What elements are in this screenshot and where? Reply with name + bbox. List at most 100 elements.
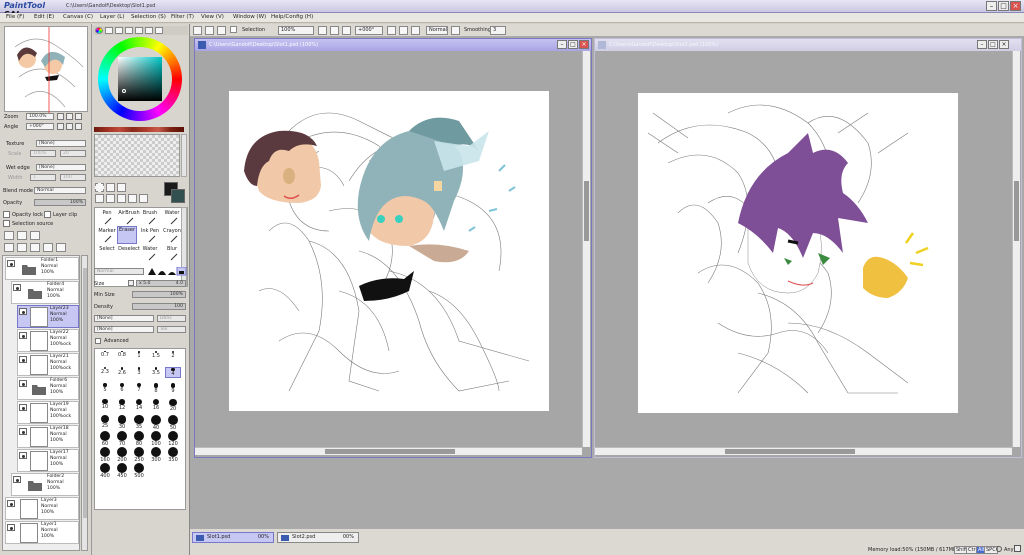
copy-layer-icon[interactable] [4, 243, 14, 252]
scroll-thumb[interactable] [584, 181, 589, 241]
brush-size-preset[interactable]: 400 [97, 463, 113, 479]
invert-selection-icon[interactable] [205, 26, 214, 35]
layer-row[interactable]: Layer21 Normal 100%ock [17, 353, 79, 376]
rotate-left-icon[interactable] [57, 123, 64, 130]
angle-field[interactable]: +000° [26, 123, 54, 130]
delete-layer-icon[interactable] [43, 243, 53, 252]
move-icon[interactable] [95, 194, 104, 203]
rotate-tool-icon[interactable] [117, 194, 126, 203]
brush-size-preset[interactable]: 35 [131, 415, 147, 430]
brush-shape-strength[interactable]: Dens [157, 315, 186, 322]
brush-size-preset[interactable]: 12 [114, 399, 130, 411]
show-selection-icon[interactable] [217, 26, 226, 35]
color-mix-icon[interactable] [125, 27, 133, 34]
new-folder-icon[interactable] [30, 231, 40, 240]
drawing-canvas[interactable] [638, 93, 958, 413]
brush-mode-select[interactable]: Normal [94, 268, 144, 275]
doc-minimize-button[interactable]: – [977, 40, 987, 49]
brush-size-preset[interactable]: 100 [148, 431, 164, 447]
brush-size-preset[interactable]: 0.7 [97, 351, 113, 358]
visibility-eye-icon[interactable] [19, 332, 27, 339]
brush-size-preset[interactable]: 1.5 [148, 351, 164, 359]
maximize-button[interactable]: □ [998, 1, 1009, 11]
rgb-slider-icon[interactable] [105, 27, 113, 34]
magic-wand-icon[interactable] [117, 183, 126, 192]
doc1-horizontal-scrollbar[interactable] [195, 447, 582, 455]
size-slider[interactable]: x 5.0 4.0 [136, 280, 186, 287]
layer-list-scrollbar[interactable] [81, 255, 88, 551]
brush-size-preset[interactable]: 350 [165, 447, 181, 463]
color-wheel-mode-icon[interactable] [95, 27, 103, 34]
layer-row-selected[interactable]: Layer23 Normal 100% [17, 305, 79, 328]
brush-size-preset[interactable]: 4 [165, 367, 181, 379]
menu-help[interactable]: Help/Config (H) [271, 14, 313, 20]
brush-size-preset[interactable]: 5 [97, 383, 113, 393]
doc-minimize-button[interactable]: – [557, 40, 567, 49]
brush-size-preset[interactable]: 70 [114, 431, 130, 447]
rect-select-icon[interactable] [95, 183, 104, 192]
visibility-eye-icon[interactable] [13, 284, 21, 291]
hsv-slider-icon[interactable] [115, 27, 123, 34]
zoom-out-icon[interactable] [318, 26, 327, 35]
doc-maximize-button[interactable]: □ [988, 40, 998, 49]
scroll-thumb[interactable] [83, 268, 87, 518]
selection-checkbox[interactable] [230, 26, 237, 33]
minimize-button[interactable]: – [986, 1, 997, 11]
swatch-strip[interactable] [94, 127, 184, 132]
visibility-eye-icon[interactable] [19, 308, 27, 315]
visibility-eye-icon[interactable] [7, 260, 15, 267]
brush-size-preset[interactable]: 2 [165, 351, 181, 359]
layer-row[interactable]: Folder2 Normal 100% [11, 473, 79, 496]
size-lock-checkbox[interactable] [128, 280, 134, 286]
scroll-thumb[interactable] [725, 449, 855, 454]
smoothing-select[interactable]: 3 [490, 26, 506, 35]
brush-size-preset[interactable]: 3 [131, 367, 147, 376]
stabilizer-mode-select[interactable]: Normal [426, 26, 448, 35]
new-linework-icon[interactable] [17, 231, 27, 240]
visibility-eye-icon[interactable] [7, 524, 15, 531]
menu-canvas[interactable]: Canvas (C) [63, 14, 93, 20]
zoom-field[interactable]: 100.0% [26, 113, 54, 120]
selection-source-checkbox[interactable] [3, 220, 10, 227]
zoom-reset-icon[interactable] [75, 113, 82, 120]
brush-size-preset[interactable]: 3.5 [148, 367, 164, 376]
menu-edit[interactable]: Edit (E) [34, 14, 54, 20]
brush-size-preset[interactable]: 0.8 [114, 351, 130, 358]
layer-row[interactable]: Folder1 Normal 100% [5, 257, 79, 280]
navigator-preview[interactable] [4, 26, 88, 113]
doc-close-button[interactable]: × [999, 40, 1009, 49]
brush-size-preset[interactable]: 8 [148, 383, 164, 394]
menu-layer[interactable]: Layer (L) [100, 14, 124, 20]
blend-mode-select[interactable]: Normal [34, 187, 86, 194]
layer-properties-icon[interactable] [56, 243, 66, 252]
zoom-select[interactable]: 100% [278, 26, 314, 35]
swatch-scrollbar[interactable] [181, 134, 187, 177]
advanced-checkbox[interactable] [95, 338, 101, 344]
color-sv-square[interactable] [118, 57, 162, 101]
close-button[interactable]: × [1010, 1, 1021, 11]
layer-row[interactable]: Layer3 Normal 100% [5, 497, 79, 520]
brush-texture-select[interactable]: [None] [94, 326, 154, 333]
brush-size-preset[interactable]: 250 [131, 447, 147, 463]
brush-texture-strength[interactable]: Tex [157, 326, 186, 333]
tab-slot1[interactable]: Slot1.psd 00% [192, 532, 274, 543]
brush-size-preset[interactable]: 450 [114, 463, 130, 479]
visibility-eye-icon[interactable] [19, 356, 27, 363]
brush-shape-selector[interactable] [147, 266, 187, 276]
menu-filter[interactable]: Filter (T) [171, 14, 194, 20]
brush-size-preset[interactable]: 16 [148, 399, 164, 411]
secondary-color-swatch[interactable] [171, 189, 185, 203]
opacity-slider[interactable]: 100% [34, 199, 86, 206]
swatch-grid[interactable] [94, 134, 180, 177]
brush-size-preset[interactable]: 40 [148, 415, 164, 431]
new-layer-icon[interactable] [4, 231, 14, 240]
visibility-eye-icon[interactable] [19, 404, 27, 411]
visibility-eye-icon[interactable] [19, 428, 27, 435]
scratchpad-icon[interactable] [145, 27, 153, 34]
flip-icon[interactable] [451, 26, 460, 35]
zoom-out-icon[interactable] [57, 113, 64, 120]
visibility-eye-icon[interactable] [19, 380, 27, 387]
doc-close-button[interactable]: × [579, 40, 589, 49]
user-interface-icon[interactable] [155, 27, 163, 34]
brush-size-preset[interactable]: 1 [131, 351, 147, 359]
